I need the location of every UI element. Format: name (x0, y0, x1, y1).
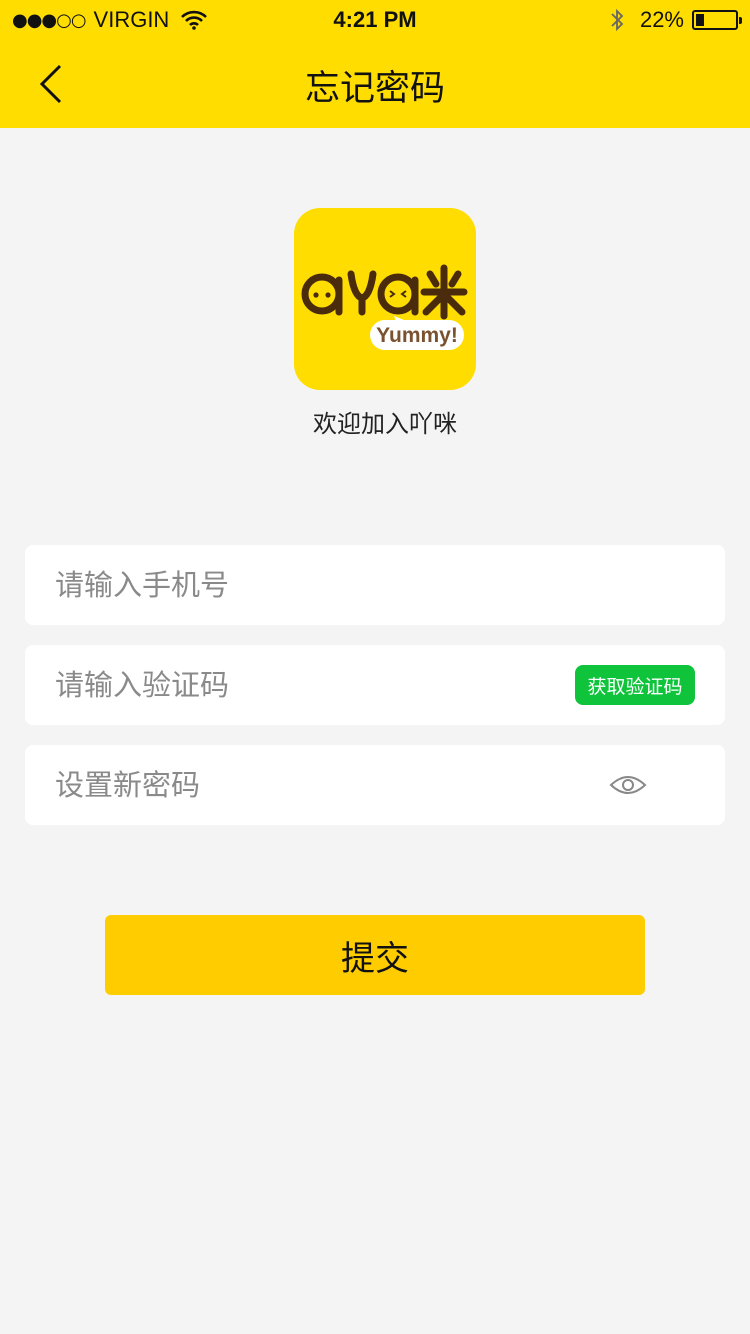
password-field (25, 745, 725, 825)
status-bar: ●●●○○ VIRGIN 4:21 PM 22% (0, 0, 750, 40)
logo-artwork: Yummy! (301, 264, 468, 350)
bluetooth-icon (611, 8, 624, 32)
battery-percent: 22% (639, 7, 684, 32)
code-input[interactable] (55, 645, 575, 725)
status-right: 22% (608, 7, 742, 33)
submit-button[interactable]: 提交 (105, 915, 645, 995)
phone-input[interactable] (55, 545, 575, 625)
password-input[interactable] (55, 745, 575, 825)
get-code-button[interactable]: 获取验证码 (575, 665, 695, 705)
welcome-text: 欢迎加入吖咪 (313, 410, 457, 438)
code-field: 获取验证码 (25, 645, 725, 725)
battery-fill (696, 14, 704, 26)
battery-icon (692, 10, 742, 30)
page-title: 忘记密码 (304, 69, 445, 109)
logo-tagline: Yummy! (376, 324, 458, 347)
header-bar: ●●●○○ VIRGIN 4:21 PM 22% 忘记密码 (0, 0, 750, 128)
eye-icon[interactable] (609, 771, 647, 799)
phone-field (25, 545, 725, 625)
app-logo: Yummy! (294, 208, 476, 390)
